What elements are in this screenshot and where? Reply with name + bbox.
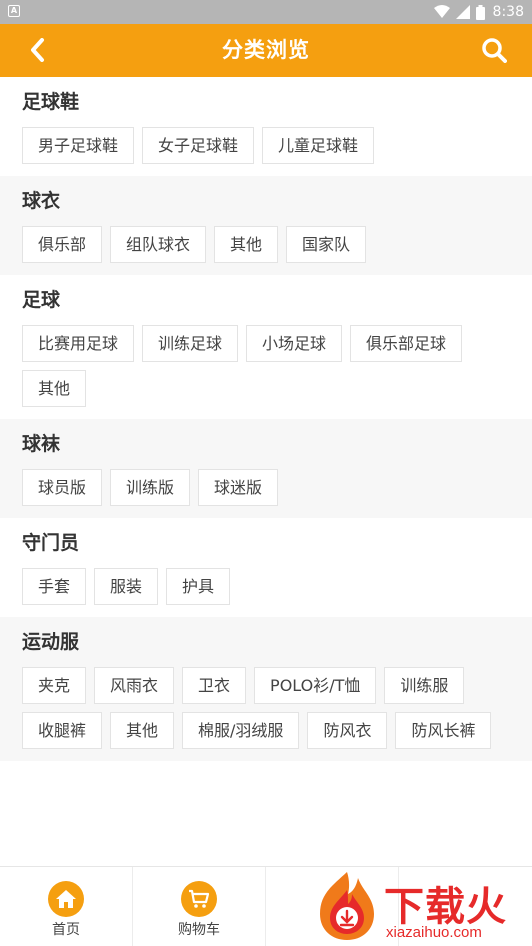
category-tag[interactable]: 球迷版 bbox=[198, 469, 279, 506]
category-tag[interactable]: 其他 bbox=[214, 226, 279, 263]
category-tag[interactable]: 服装 bbox=[94, 568, 159, 605]
flame-logo-icon bbox=[320, 872, 374, 940]
nav-item-home[interactable]: 首页 bbox=[0, 867, 133, 946]
app-header: 分类浏览 bbox=[0, 24, 532, 77]
nav-label: 购物车 bbox=[178, 922, 220, 938]
category-tag[interactable]: 组队球衣 bbox=[110, 226, 207, 263]
status-bar: A 8:38 bbox=[0, 0, 532, 24]
category-tag[interactable]: 国家队 bbox=[286, 226, 367, 263]
category-tag[interactable]: 俱乐部足球 bbox=[350, 325, 463, 362]
category-tag[interactable]: 防风衣 bbox=[307, 712, 388, 749]
category-section-goalkeeper: 守门员 手套 服装 护具 bbox=[0, 518, 532, 617]
category-tag[interactable]: 手套 bbox=[22, 568, 87, 605]
category-tag[interactable]: 夹克 bbox=[22, 667, 87, 704]
wifi-icon bbox=[433, 5, 450, 18]
category-tag[interactable]: POLO衫/T恤 bbox=[254, 667, 377, 704]
notification-icon: A bbox=[8, 5, 20, 17]
category-section-jerseys: 球衣 俱乐部 组队球衣 其他 国家队 bbox=[0, 176, 532, 275]
section-title: 足球 bbox=[22, 289, 61, 311]
category-tag[interactable]: 其他 bbox=[22, 370, 87, 407]
search-button[interactable] bbox=[478, 34, 510, 66]
category-tag[interactable]: 球员版 bbox=[22, 469, 103, 506]
battery-icon bbox=[475, 4, 485, 20]
section-title: 运动服 bbox=[22, 631, 80, 653]
category-tag[interactable]: 棉服/羽绒服 bbox=[182, 712, 300, 749]
category-tag[interactable]: 小场足球 bbox=[246, 325, 343, 362]
watermark-url: xiazaihuo.com bbox=[386, 924, 482, 941]
category-tag[interactable]: 儿童足球鞋 bbox=[262, 127, 375, 164]
watermark: 下载火 xiazaihuo.com bbox=[310, 866, 532, 946]
signal-icon bbox=[455, 5, 470, 19]
category-tag[interactable]: 俱乐部 bbox=[22, 226, 103, 263]
category-tag[interactable]: 风雨衣 bbox=[94, 667, 175, 704]
nav-item-cart[interactable]: 购物车 bbox=[133, 867, 266, 946]
category-tag[interactable]: 防风长裤 bbox=[395, 712, 492, 749]
category-tag[interactable]: 护具 bbox=[166, 568, 231, 605]
category-section-sportswear: 运动服 夹克 风雨衣 卫衣 POLO衫/T恤 训练服 收腿裤 其他 棉服/羽绒服… bbox=[0, 617, 532, 761]
cart-icon bbox=[181, 881, 217, 917]
section-title: 足球鞋 bbox=[22, 91, 80, 113]
category-tag[interactable]: 收腿裤 bbox=[22, 712, 103, 749]
category-section-football-shoes: 足球鞋 男子足球鞋 女子足球鞋 儿童足球鞋 bbox=[0, 77, 532, 176]
category-tag[interactable]: 比赛用足球 bbox=[22, 325, 135, 362]
category-tag[interactable]: 其他 bbox=[110, 712, 175, 749]
page-title: 分类浏览 bbox=[222, 38, 310, 62]
section-title: 球袜 bbox=[22, 433, 61, 455]
category-tag[interactable]: 训练足球 bbox=[142, 325, 239, 362]
section-title: 球衣 bbox=[22, 190, 61, 212]
category-tag[interactable]: 男子足球鞋 bbox=[22, 127, 135, 164]
status-time: 8:38 bbox=[492, 4, 524, 20]
nav-label: 首页 bbox=[52, 922, 80, 938]
category-tag[interactable]: 训练服 bbox=[384, 667, 465, 704]
category-section-socks: 球袜 球员版 训练版 球迷版 bbox=[0, 419, 532, 518]
search-icon bbox=[482, 38, 507, 63]
category-tag[interactable]: 女子足球鞋 bbox=[142, 127, 255, 164]
category-section-footballs: 足球 比赛用足球 训练足球 小场足球 俱乐部足球 其他 bbox=[0, 275, 532, 419]
category-list[interactable]: 足球鞋 男子足球鞋 女子足球鞋 儿童足球鞋 球衣 俱乐部 组队球衣 其他 国家队… bbox=[0, 77, 532, 866]
category-tag[interactable]: 训练版 bbox=[110, 469, 191, 506]
category-tag[interactable]: 卫衣 bbox=[182, 667, 247, 704]
home-icon bbox=[48, 881, 84, 917]
section-title: 守门员 bbox=[22, 532, 80, 554]
